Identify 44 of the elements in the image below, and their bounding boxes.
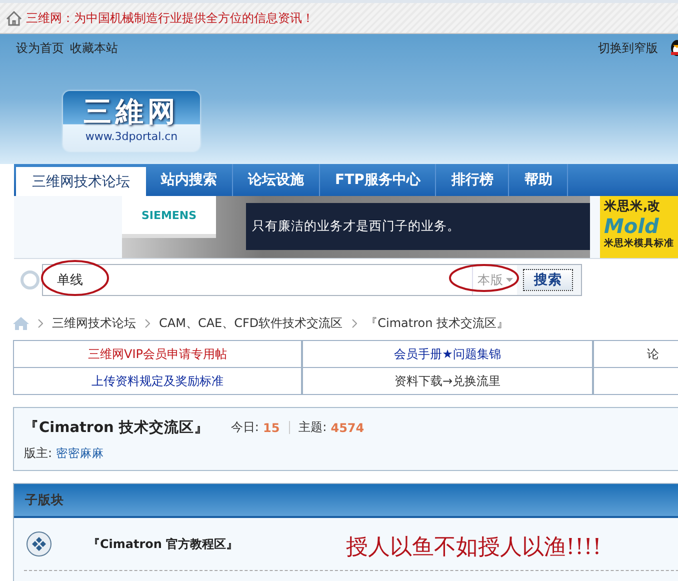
chevron-icon [352,318,357,328]
caret-icon [506,278,512,282]
site-logo[interactable]: 三維网 www.3dportal.cn [63,91,200,151]
ad-banner[interactable]: 米思米,改 Mold 米思米模具标准 [600,196,678,258]
quick-link[interactable]: 资料下载→兑换流里 [394,372,501,390]
ad-headline: 米思米,改 [604,198,662,215]
switch-width-link[interactable]: 切换到窄版 [598,40,658,56]
panel-title: 子版块 [25,492,64,508]
quick-link[interactable]: 上传资料规定及奖励标准 [92,372,224,390]
breadcrumb-link[interactable]: 『Cimatron 技术交流区』 [366,314,509,332]
logo-url: www.3dportal.cn [85,129,178,145]
annotation-text: 授人以鱼不如授人以渔!!!! [346,534,602,562]
chevron-icon [38,318,43,328]
stat-label: 今日: [230,419,259,436]
stat-label: 主题: [298,419,327,436]
search-field[interactable]: 单线 本版 搜索 [42,264,582,296]
header-link[interactable]: 设为首页 [16,40,64,56]
nav-tab[interactable]: 三维网技术论坛 [16,167,146,196]
ad-brand: SIEMENS [141,208,197,222]
ad-text: 米思米模具标准 [604,237,675,250]
quick-link[interactable]: 三维网VIP会员申请专用帖 [88,346,227,362]
subforum-link[interactable]: 『Cimatron 官方教程区』 [88,536,238,552]
ad-text: 只有廉洁的业务才是西门子的业务。 [252,218,460,235]
header-link[interactable]: 收藏本站 [70,40,118,56]
ad-banner[interactable]: SIEMENS 只有廉洁的业务才是西门子的业务。 [122,196,590,258]
moderator-link[interactable]: 密密麻麻 [56,446,104,461]
moderator-label: 版主: [24,445,52,462]
breadcrumb-link[interactable]: 三维网技术论坛 [52,314,136,332]
annotation-circle [448,263,520,293]
ad-brand: Mold [604,215,660,237]
quick-link[interactable]: 论 [647,346,659,362]
topic-count: 4574 [330,420,364,434]
search-button[interactable]: 搜索 [523,269,573,291]
quick-link[interactable]: 会员手册★问题集锦 [394,346,501,362]
forum-icon [26,531,52,557]
site-slogan: 三维网：为中国机械制造行业提供全方位的信息资讯！ [26,10,314,26]
breadcrumb-link[interactable]: CAM、CAE、CFD软件技术交流区 [159,314,343,332]
today-count: 15 [262,420,280,434]
chevron-icon [145,318,150,328]
search-icon [20,270,40,290]
annotation-circle [40,259,110,297]
forum-title: 『Cimatron 技术交流区』 [24,418,209,437]
home-icon[interactable] [6,10,22,26]
logo-title: 三維网 [84,96,180,128]
